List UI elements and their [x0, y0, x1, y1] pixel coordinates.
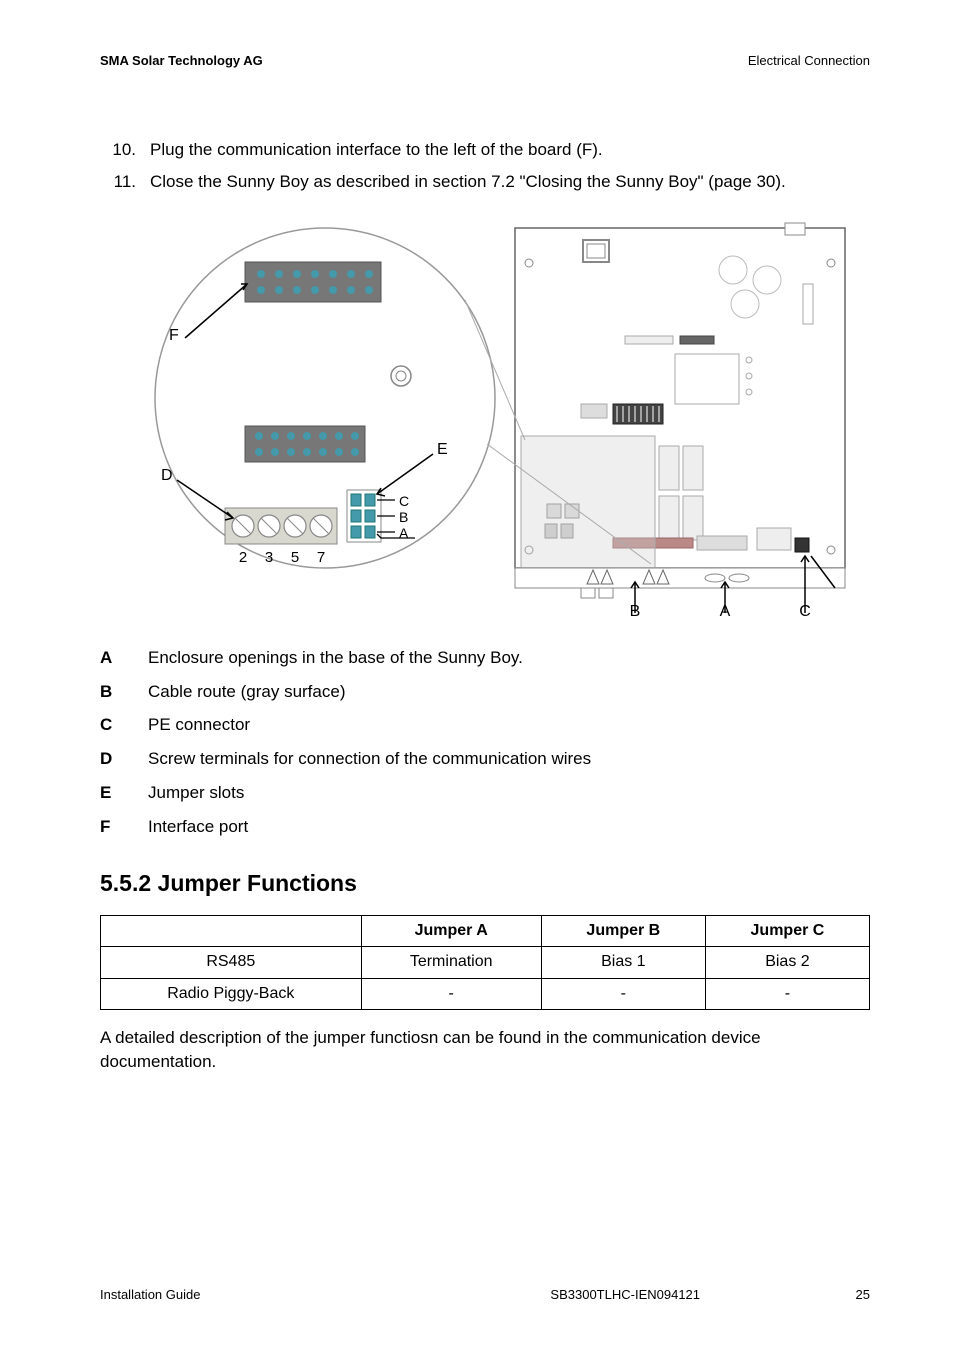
header-company: SMA Solar Technology AG: [100, 52, 263, 70]
header-section: Electrical Connection: [748, 52, 870, 70]
legend-item: D Screw terminals for connection of the …: [100, 747, 870, 771]
terminal-number: 7: [317, 549, 325, 566]
table-cell: Bias 2: [705, 947, 869, 978]
callout-e: E: [437, 441, 448, 458]
footer-page-number: 25: [830, 1286, 870, 1304]
terminal-number: 5: [291, 549, 299, 566]
main-board: [515, 223, 845, 613]
table-row: Radio Piggy-Back - - -: [101, 978, 870, 1009]
callout-a: A: [399, 525, 409, 541]
step-text: Plug the communication interface to the …: [150, 138, 603, 162]
callout-f: F: [169, 327, 179, 344]
table-cell: -: [705, 978, 869, 1009]
legend-key: D: [100, 747, 122, 771]
section-heading: 5.5.2 Jumper Functions: [100, 867, 870, 899]
table-header: Jumper C: [705, 915, 869, 946]
page-footer: Installation Guide SB3300TLHC-IEN094121 …: [100, 1286, 870, 1304]
step-number: 10.: [100, 138, 136, 162]
table-header: Jumper A: [361, 915, 541, 946]
legend-key: C: [100, 713, 122, 737]
table-header: Jumper B: [541, 915, 705, 946]
table-cell: RS485: [101, 947, 362, 978]
board-label-b: B: [630, 603, 641, 618]
body-paragraph: A detailed description of the jumper fun…: [100, 1026, 870, 1074]
legend-item: F Interface port: [100, 815, 870, 839]
table-cell: -: [541, 978, 705, 1009]
footer-left: Installation Guide: [100, 1286, 200, 1304]
callout-d: D: [161, 467, 173, 484]
board-label-c: C: [799, 603, 811, 618]
step-number: 11.: [100, 170, 136, 194]
callout-b: B: [399, 509, 408, 525]
legend-item: C PE connector: [100, 713, 870, 737]
legend-text: PE connector: [148, 713, 250, 737]
legend-text: Interface port: [148, 815, 248, 839]
table-row: RS485 Termination Bias 1 Bias 2: [101, 947, 870, 978]
legend-item: B Cable route (gray surface): [100, 680, 870, 704]
table-header-row: Jumper A Jumper B Jumper C: [101, 915, 870, 946]
legend-item: E Jumper slots: [100, 781, 870, 805]
legend-key: A: [100, 646, 122, 670]
instruction-list: 10. Plug the communication interface to …: [100, 138, 870, 194]
legend-item: A Enclosure openings in the base of the …: [100, 646, 870, 670]
table-cell: -: [361, 978, 541, 1009]
section-title: Jumper Functions: [158, 870, 357, 896]
instruction-item: 10. Plug the communication interface to …: [100, 138, 870, 162]
footer-doc-id: SB3300TLHC-IEN094121: [420, 1286, 830, 1304]
terminal-number: 2: [239, 549, 247, 566]
instruction-item: 11. Close the Sunny Boy as described in …: [100, 170, 870, 194]
terminal-number: 3: [265, 549, 273, 566]
table-cell: Termination: [361, 947, 541, 978]
legend-key: F: [100, 815, 122, 839]
legend-key: B: [100, 680, 122, 704]
legend-list: A Enclosure openings in the base of the …: [100, 646, 870, 839]
legend-text: Cable route (gray surface): [148, 680, 345, 704]
jumper-table: Jumper A Jumper B Jumper C RS485 Termina…: [100, 915, 870, 1010]
table-cell: Radio Piggy-Back: [101, 978, 362, 1009]
legend-text: Enclosure openings in the base of the Su…: [148, 646, 523, 670]
diagram-figure: B A C: [100, 218, 870, 618]
legend-text: Screw terminals for connection of the co…: [148, 747, 591, 771]
table-header: [101, 915, 362, 946]
legend-text: Jumper slots: [148, 781, 244, 805]
section-number: 5.5.2: [100, 870, 151, 896]
legend-key: E: [100, 781, 122, 805]
step-text: Close the Sunny Boy as described in sect…: [150, 170, 786, 194]
page-header: SMA Solar Technology AG Electrical Conne…: [100, 52, 870, 70]
board-label-a: A: [720, 603, 731, 618]
callout-c: C: [399, 493, 409, 509]
board-diagram-svg: B A C: [115, 218, 855, 618]
table-cell: Bias 1: [541, 947, 705, 978]
